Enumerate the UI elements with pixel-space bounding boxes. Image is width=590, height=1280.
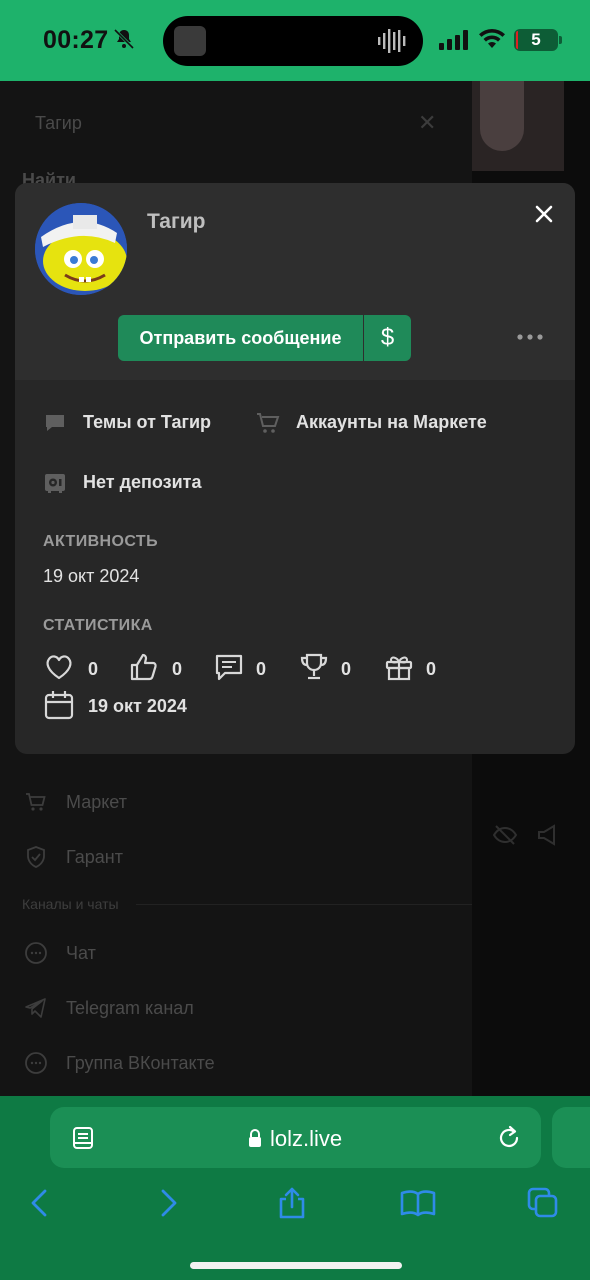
background-channel-item: Чат: [66, 943, 96, 963]
next-tab-preview[interactable]: [552, 1107, 590, 1168]
message-square-icon: [215, 654, 243, 681]
gift-icon: [385, 656, 413, 681]
likes-count: 0: [88, 659, 99, 679]
calendar-icon: [44, 691, 74, 720]
background-search-value: Тагир: [35, 113, 82, 133]
activity-date: 19 окт 2024: [43, 566, 140, 586]
background-channel-item: Telegram канал: [66, 998, 194, 1018]
trophies-count: 0: [341, 659, 352, 679]
reader-mode-icon[interactable]: [72, 1125, 96, 1151]
telegram-icon: [25, 998, 46, 1018]
avatar-image: [35, 203, 127, 295]
battery-indicator: 5: [514, 29, 558, 51]
wifi-icon: [479, 28, 505, 48]
dynamic-island: [163, 16, 423, 66]
stats-section-title: СТАТИСТИКА: [43, 617, 153, 634]
audio-waveform-icon: [378, 29, 406, 53]
background-channel-item: Группа ВКонтакте: [66, 1053, 215, 1073]
vk-icon: [25, 1052, 47, 1074]
registered-date: 19 окт 2024: [88, 696, 187, 716]
forward-icon[interactable]: [152, 1187, 184, 1219]
status-bar: 00:27 5: [0, 0, 590, 81]
user-topics-link[interactable]: Темы от Тагир: [83, 412, 211, 433]
cellular-signal-icon: [439, 30, 468, 50]
eye-off-icon: [492, 825, 518, 845]
messages-count: 0: [256, 659, 267, 679]
thumbs-count: 0: [172, 659, 183, 679]
status-time: 00:27: [43, 26, 109, 54]
gifts-count: 0: [426, 659, 437, 679]
shield-icon: [27, 846, 45, 868]
reload-icon[interactable]: [498, 1125, 522, 1151]
safe-deposit-icon: [45, 474, 65, 493]
background-section-label: Каналы и чаты: [22, 896, 119, 912]
chat-bubble-icon: [25, 942, 47, 964]
cart-icon: [26, 793, 46, 811]
background-divider: [136, 904, 472, 905]
profile-card: Тагир Отправить сообщение $ Темы от Таги…: [15, 183, 575, 754]
activity-section-title: АКТИВНОСТЬ: [43, 533, 158, 550]
url-text[interactable]: lolz.live: [270, 1126, 342, 1152]
background-menu-item: Гарант: [66, 847, 123, 867]
background-search-field: [22, 100, 448, 142]
back-icon[interactable]: [24, 1187, 56, 1219]
share-icon[interactable]: [276, 1187, 308, 1219]
more-options-icon[interactable]: [515, 326, 545, 348]
bell-muted-icon: [113, 28, 135, 50]
now-playing-artwork: [174, 26, 206, 56]
trophy-icon: [300, 653, 328, 680]
profile-username[interactable]: Тагир: [147, 210, 205, 234]
battery-cap: [559, 36, 562, 44]
send-message-button[interactable]: Отправить сообщение: [118, 315, 363, 361]
browser-toolbar: lolz.live: [0, 1096, 590, 1280]
background-photo-detail: [480, 81, 524, 151]
bookmarks-icon[interactable]: [400, 1187, 436, 1219]
background-menu-item: Маркет: [66, 792, 127, 812]
avatar[interactable]: [35, 203, 127, 295]
battery-percent: 5: [531, 30, 541, 49]
market-accounts-link[interactable]: Аккаунты на Маркете: [296, 412, 487, 433]
background-clear-icon: ✕: [418, 110, 437, 135]
heart-icon: [46, 655, 72, 680]
deposit-status: Нет депозита: [83, 472, 202, 492]
cart-icon: [257, 413, 280, 433]
comment-icon: [46, 415, 64, 431]
thumbs-up-icon: [130, 653, 157, 681]
megaphone-icon: [538, 824, 555, 846]
lock-icon: [249, 1129, 261, 1147]
send-money-button[interactable]: $: [364, 315, 411, 361]
home-indicator: [190, 1262, 402, 1269]
tabs-icon[interactable]: [527, 1187, 559, 1219]
close-icon[interactable]: [533, 203, 555, 225]
